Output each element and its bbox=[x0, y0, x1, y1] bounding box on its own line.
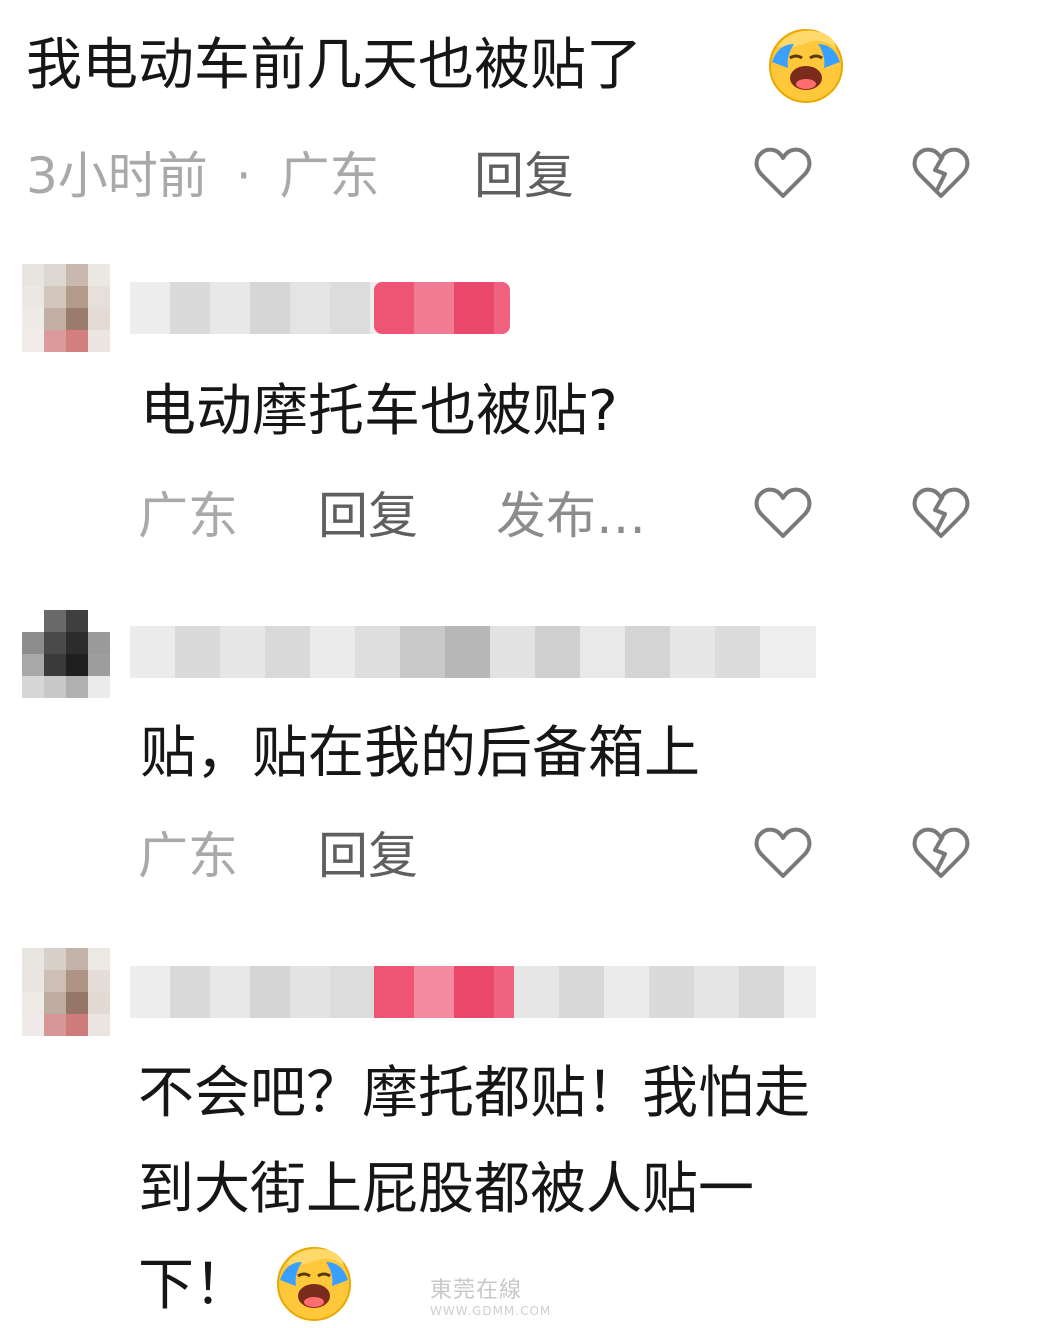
reply-button[interactable]: 回复 bbox=[318, 486, 418, 546]
reply-text-line: 不会吧？摩托都贴！我怕走 bbox=[138, 1061, 810, 1126]
reply-button[interactable]: 回复 bbox=[318, 826, 418, 886]
laughing-crying-emoji bbox=[764, 22, 848, 106]
avatar[interactable] bbox=[22, 610, 110, 698]
laughing-crying-emoji bbox=[272, 1240, 356, 1324]
publish-label: 发布… bbox=[496, 487, 646, 545]
broken-heart-icon[interactable] bbox=[910, 142, 972, 204]
heart-outline-icon[interactable] bbox=[752, 482, 814, 544]
username-blurred[interactable] bbox=[130, 626, 816, 678]
top-comment-reply-button[interactable]: 回复 bbox=[474, 146, 574, 206]
top-comment-time: 3小时前 · 广东 bbox=[26, 147, 380, 205]
broken-heart-icon[interactable] bbox=[910, 482, 972, 544]
avatar[interactable] bbox=[22, 948, 110, 1036]
reply-location: 广东 bbox=[138, 487, 238, 545]
username-blurred[interactable] bbox=[130, 282, 510, 334]
broken-heart-icon[interactable] bbox=[910, 822, 972, 884]
heart-outline-icon[interactable] bbox=[752, 822, 814, 884]
watermark: 東莞在線 WWW.GDMM.COM bbox=[430, 1278, 552, 1318]
top-comment-text: 我电动车前几天也被贴了 bbox=[26, 33, 642, 98]
avatar[interactable] bbox=[22, 264, 110, 352]
reply-text-line: 到大街上屁股都被人贴一 bbox=[138, 1157, 754, 1222]
reply-text: 电动摩托车也被贴? bbox=[140, 379, 618, 444]
reply-text-line: 下！ bbox=[138, 1253, 250, 1318]
username-blurred[interactable] bbox=[130, 966, 816, 1018]
heart-outline-icon[interactable] bbox=[752, 142, 814, 204]
reply-location: 广东 bbox=[138, 827, 238, 885]
reply-text: 贴，贴在我的后备箱上 bbox=[140, 721, 700, 786]
